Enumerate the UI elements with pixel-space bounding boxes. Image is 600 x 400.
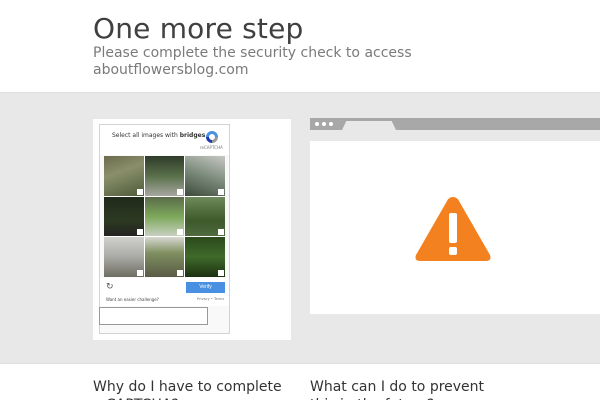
browser-viewport bbox=[310, 141, 600, 314]
tile-corner bbox=[218, 270, 224, 276]
prompt-keyword: bridges bbox=[179, 132, 206, 139]
tile-corner bbox=[218, 229, 224, 236]
challenge-header: Select all images with bridges. reCAPTCH… bbox=[100, 125, 229, 155]
image-tile-3[interactable] bbox=[185, 156, 225, 196]
verify-button[interactable]: Verify bbox=[186, 282, 225, 293]
faq-prevent-heading: What can I do to prevent this in the fut… bbox=[310, 379, 485, 400]
image-tile-6[interactable] bbox=[185, 196, 225, 237]
captcha-response-field[interactable] bbox=[99, 307, 208, 325]
recaptcha-challenge: Select all images with bridges. reCAPTCH… bbox=[99, 124, 230, 334]
tile-corner bbox=[136, 229, 143, 236]
challenge-footer: ↻ Verify Want an easier challenge? Priva… bbox=[100, 278, 229, 306]
browser-titlebar bbox=[310, 118, 600, 130]
browser-illustration bbox=[310, 118, 600, 314]
window-dot-icon bbox=[315, 122, 319, 126]
tile-corner bbox=[177, 229, 184, 236]
tile-corner bbox=[177, 188, 184, 195]
tile-corner bbox=[136, 188, 143, 195]
recaptcha-logo-icon bbox=[206, 131, 218, 143]
reload-icon[interactable]: ↻ bbox=[106, 283, 114, 292]
prompt-prefix: Select all images with bbox=[112, 132, 178, 139]
tile-corner bbox=[218, 188, 224, 195]
easier-challenge-link[interactable]: Want an easier challenge? bbox=[106, 297, 159, 302]
image-tile-9[interactable] bbox=[185, 237, 225, 277]
page-subtitle: Please complete the security check to ac… bbox=[93, 45, 412, 78]
image-tile-8[interactable] bbox=[144, 237, 185, 277]
window-dot-icon bbox=[322, 122, 326, 126]
page-title: One more step bbox=[93, 12, 304, 45]
image-tile-2[interactable] bbox=[144, 156, 185, 196]
browser-tab bbox=[342, 121, 396, 130]
recaptcha-brand: reCAPTCHA bbox=[200, 145, 223, 150]
window-dot-icon bbox=[329, 122, 333, 126]
tile-corner bbox=[177, 270, 184, 276]
image-grid bbox=[104, 156, 225, 277]
privacy-terms-link[interactable]: Privacy • Terms bbox=[197, 297, 224, 301]
tile-corner bbox=[136, 270, 143, 276]
challenge-prompt: Select all images with bridges. bbox=[112, 132, 207, 139]
warning-icon bbox=[415, 197, 491, 261]
faq-why-heading: Why do I have to complete a CAPTCHA? bbox=[93, 379, 282, 400]
image-tile-4[interactable] bbox=[104, 196, 144, 237]
image-tile-7[interactable] bbox=[104, 237, 144, 277]
image-tile-1[interactable] bbox=[104, 156, 144, 196]
image-tile-5[interactable] bbox=[144, 196, 185, 237]
header: One more step Please complete the securi… bbox=[0, 0, 600, 92]
